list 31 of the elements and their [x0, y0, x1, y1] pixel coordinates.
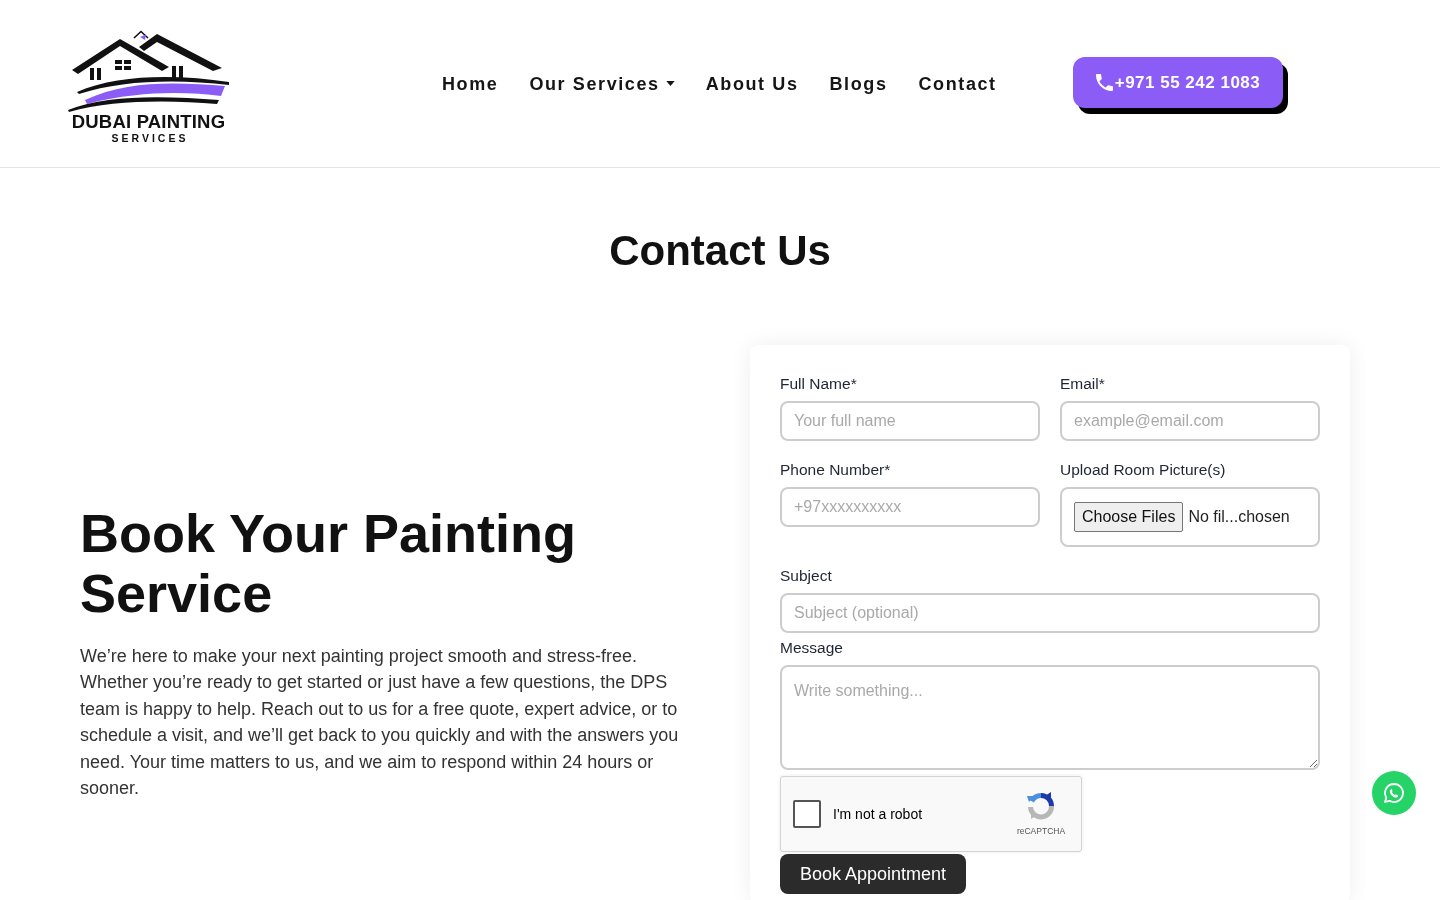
nav-link[interactable]: Blogs: [829, 72, 888, 95]
captcha-brand-text: reCAPTCHA: [1016, 825, 1066, 838]
nav-link[interactable]: Our Services: [529, 72, 675, 95]
field-label: Phone Number*: [780, 461, 892, 479]
checkbox[interactable]: [793, 800, 821, 828]
input-field[interactable]: Subject (optional): [780, 593, 1320, 633]
field-label: Upload Room Picture(s): [1060, 461, 1227, 479]
section-heading: Book Your Painting Service: [80, 503, 578, 623]
choose-files-button[interactable]: Choose Files: [1074, 502, 1184, 532]
input-field[interactable]: +97xxxxxxxxxx: [780, 487, 1040, 527]
logo-tagline: SERVICES: [111, 131, 189, 144]
input-field[interactable]: Your full name: [780, 401, 1040, 441]
input-field[interactable]: example@email.com: [1060, 401, 1320, 441]
message-field[interactable]: Write something...: [780, 665, 1320, 770]
submit-button[interactable]: Book Appointment: [780, 854, 967, 894]
field-label: Full Name*: [780, 375, 858, 393]
file-status-text: No fil...chosen: [1188, 507, 1290, 527]
field-label: Message: [780, 639, 844, 657]
nav-link[interactable]: Contact: [918, 72, 997, 95]
intro-text: We’re here to make your next painting project smooth and stress-free. Whether you’re ready to get started or just have a few questions, the DPS team is happy to help. Reach out to us for a free quote, expert advice, or to schedule a visit, and we’ll get back to you quickly and with the answers you need. Your time matters to us, and we aim to respond within 24 hours or sooner.: [80, 645, 680, 801]
phone-bubble-icon: [1382, 781, 1406, 805]
nav-link[interactable]: About Us: [705, 72, 799, 95]
field-label: Subject: [780, 567, 833, 585]
captcha-label: I'm not a robot: [833, 804, 923, 824]
phone-icon: [1095, 74, 1113, 91]
page-title: Contact Us: [608, 226, 832, 276]
file-upload-field[interactable]: Choose Files No fil...chosen: [1060, 487, 1320, 547]
field-label: Email*: [1060, 375, 1106, 393]
nav-link[interactable]: Home: [442, 72, 499, 95]
house-logo-icon: [67, 29, 230, 112]
logo-name: DUBAI PAINTING: [71, 111, 226, 132]
